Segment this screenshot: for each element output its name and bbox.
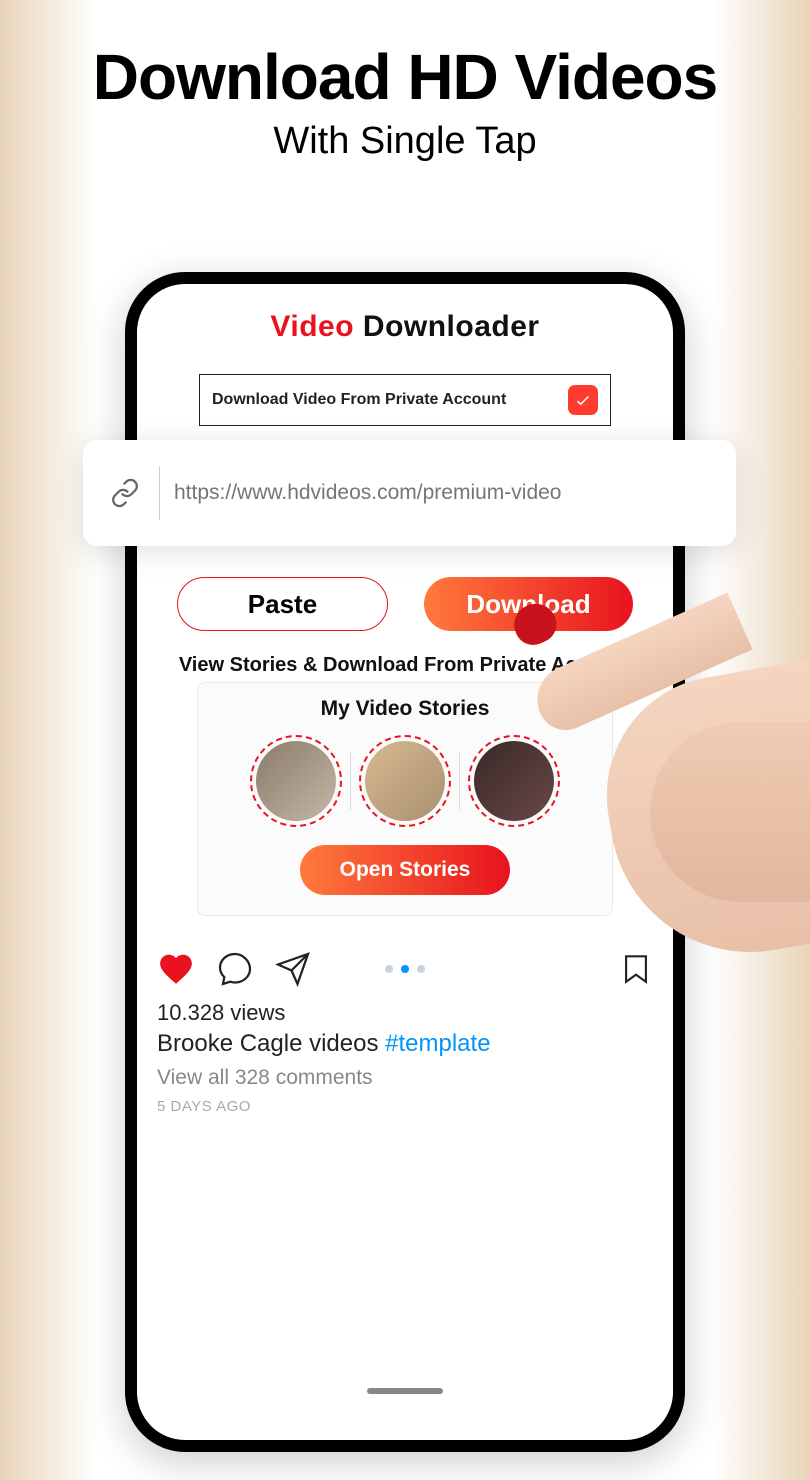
caption-author: Brooke Cagle videos [157,1030,385,1057]
views-count: 10.328 views [157,1000,285,1026]
check-icon [574,391,592,409]
private-account-toggle[interactable]: Download Video From Private Account [199,374,611,426]
app-title: Video Downloader [137,310,673,344]
post-caption: Brooke Cagle videos #template [157,1030,491,1058]
link-icon [105,478,145,508]
carousel-dots[interactable] [385,965,425,973]
story-avatar[interactable] [250,735,342,827]
hero-subtitle: With Single Tap [0,120,810,163]
app-title-red: Video [270,310,354,343]
private-checkbox[interactable] [568,385,598,415]
view-comments-link[interactable]: View all 328 comments [157,1066,373,1090]
hero-title: Download HD Videos [0,40,810,114]
app-title-dark: Downloader [354,310,540,343]
divider [459,752,460,810]
private-label: Download Video From Private Account [212,391,506,409]
url-input-card[interactable] [83,440,736,546]
divider [159,466,160,520]
caption-hashtag[interactable]: #template [385,1030,490,1057]
url-input[interactable] [174,481,714,505]
open-stories-button[interactable]: Open Stories [300,845,510,895]
comment-icon[interactable] [217,951,253,987]
post-time: 5 DAYS AGO [157,1098,251,1115]
heart-icon[interactable] [157,950,195,988]
share-icon[interactable] [275,951,311,987]
pointing-hand-image [520,562,810,962]
story-avatar[interactable] [359,735,451,827]
paste-button[interactable]: Paste [177,577,388,631]
divider [350,752,351,810]
home-indicator[interactable] [367,1388,443,1394]
